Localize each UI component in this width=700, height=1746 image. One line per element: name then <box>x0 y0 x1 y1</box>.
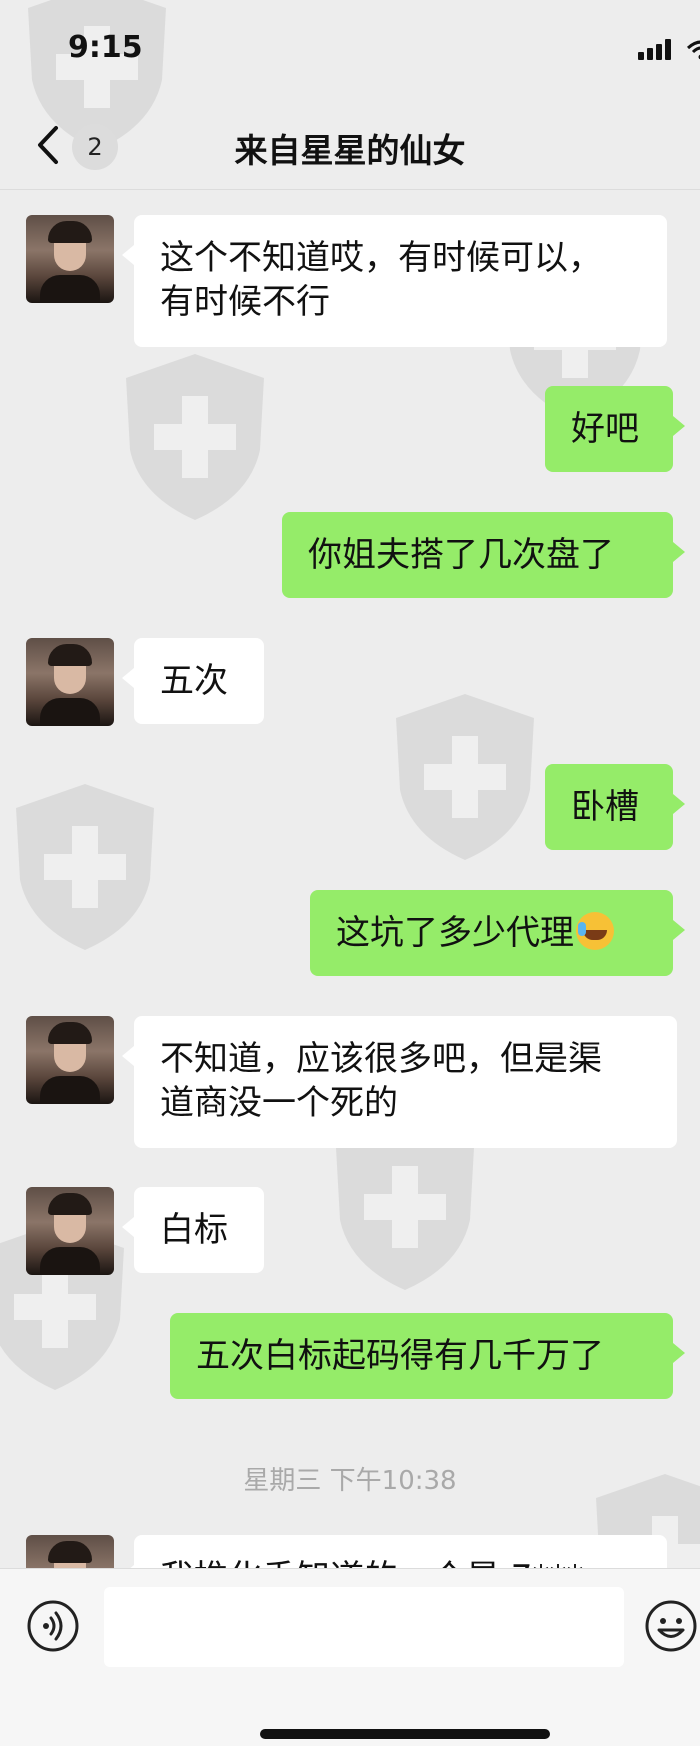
message-bubble-sent[interactable]: 好吧 <box>545 386 685 472</box>
message-text: 不知道，应该很多吧，但是渠 <box>160 1039 602 1079</box>
unread-count-badge[interactable]: 2 <box>72 124 118 170</box>
voice-icon[interactable] <box>26 1599 80 1653</box>
message-bubble-sent[interactable]: 五次白标起码得有几千万了 <box>170 1313 685 1399</box>
message-text: 道商没一个死的 <box>160 1083 398 1123</box>
message-text: 这个不知道哎，有时候可以， <box>160 238 602 278</box>
message-text: 有时候不行 <box>160 282 330 322</box>
message-text: 你姐夫搭了几次盘了 <box>308 535 614 575</box>
chat-input-bar <box>0 1568 700 1746</box>
message-text: 我推化香知道的一个是 7*** <box>160 1556 641 1568</box>
message-list[interactable]: 这个不知道哎，有时候可以， 有时候不行 好吧 你姐夫搭了几次盘了 五次 卧槽 这… <box>0 190 700 1568</box>
message-bubble-received[interactable]: 这个不知道哎，有时候可以， 有时候不行 <box>122 215 667 347</box>
message-bubble-received[interactable]: 白标 <box>122 1187 264 1273</box>
message-text: 五次白标起码得有几千万了 <box>196 1336 604 1376</box>
message-bubble-sent[interactable]: 你姐夫搭了几次盘了 <box>282 512 685 598</box>
message-bubble-received[interactable]: 不知道，应该很多吧，但是渠 道商没一个死的 <box>122 1016 677 1148</box>
message-input[interactable] <box>104 1587 624 1667</box>
chat-title: 来自星星的仙女 <box>234 131 466 170</box>
message-bubble-sent[interactable]: 卧槽 <box>545 764 685 850</box>
status-bar: 9:15 <box>0 0 700 100</box>
message-timestamp: 星期三 下午10:38 <box>243 1466 457 1496</box>
emoji-face-icon[interactable] <box>644 1599 698 1653</box>
contact-avatar[interactable] <box>26 215 114 303</box>
status-time: 9:15 <box>68 30 143 65</box>
message-text-content: 这坑了多少代理 <box>336 913 574 953</box>
message-text: 白标 <box>160 1210 228 1250</box>
message-bubble-sent[interactable]: 这坑了多少代理 <box>310 890 685 976</box>
signal-icon <box>638 38 678 60</box>
contact-avatar[interactable] <box>26 1187 114 1275</box>
message-bubble-received[interactable]: 五次 <box>122 638 264 724</box>
message-text: 五次 <box>160 661 228 701</box>
message-text: 这坑了多少代理 <box>336 911 647 955</box>
chevron-left-icon[interactable] <box>30 122 66 168</box>
message-bubble-received[interactable]: 我推化香知道的一个是 7*** <box>122 1535 667 1568</box>
rolling-on-floor-laughing-emoji-icon <box>576 912 614 950</box>
message-text: 好吧 <box>571 409 639 449</box>
message-text: 卧槽 <box>571 787 639 827</box>
chat-header: 2 来自星星的仙女 <box>0 100 700 190</box>
home-indicator[interactable] <box>260 1729 550 1739</box>
contact-avatar[interactable] <box>26 1535 114 1568</box>
wifi-icon <box>686 40 700 60</box>
contact-avatar[interactable] <box>26 638 114 726</box>
contact-avatar[interactable] <box>26 1016 114 1104</box>
